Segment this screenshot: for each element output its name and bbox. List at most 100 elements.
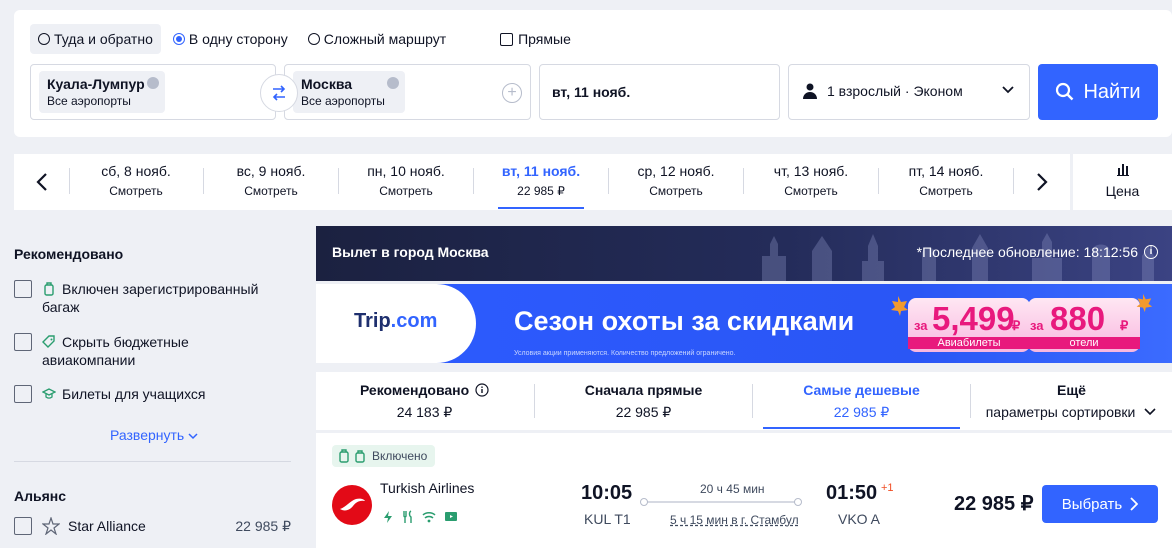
- alliance-title: Альянс: [14, 488, 67, 504]
- chevron-right-icon: [1037, 173, 1048, 191]
- destination-chip: Москва Все аэропорты: [293, 71, 405, 113]
- route-line: [640, 498, 802, 506]
- sort-more[interactable]: Ещё параметры сортировки: [971, 372, 1172, 430]
- date-option[interactable]: пт, 14 нояб. Смотреть: [879, 154, 1013, 210]
- filter-label: Включен зарегистрированный багаж: [42, 280, 258, 316]
- trip-type-multicity[interactable]: Сложный маршрут: [300, 24, 454, 54]
- recommended-title: Рекомендовано: [14, 246, 124, 262]
- star-alliance-icon: [42, 517, 60, 535]
- destination-banner-title: Вылет в город Москва: [332, 244, 489, 260]
- filter-label-line2: багаж: [42, 299, 80, 315]
- graduation-cap-icon: [42, 388, 56, 399]
- filter-star-alliance[interactable]: Star Alliance 22 985 ₽: [14, 517, 291, 535]
- direct-flights-checkbox[interactable]: Прямые: [492, 24, 579, 54]
- arrival-time: 01:50: [826, 482, 878, 504]
- alliance-label: Star Alliance: [68, 518, 146, 534]
- radio-icon: [38, 33, 50, 45]
- filter-checked-baggage[interactable]: Включен зарегистрированный багаж: [14, 280, 258, 316]
- promo-caption: Авиабилеты: [908, 337, 1030, 349]
- trip-type-oneway[interactable]: В одну сторону: [165, 24, 296, 54]
- sort-cheapest[interactable]: Самые дешевые 22 985 ₽: [753, 372, 970, 430]
- flight-duration: 20 ч 45 мин: [700, 482, 765, 496]
- filter-students[interactable]: Билеты для учащихся: [14, 385, 206, 403]
- date-option-selected[interactable]: вт, 11 нояб. 22 985 ₽: [474, 154, 608, 210]
- included-label: Включено: [372, 449, 428, 463]
- next-dates-button[interactable]: [1028, 168, 1056, 196]
- find-button[interactable]: Найти: [1038, 64, 1158, 120]
- promo-ticket-flights: за 5,499 ₽ Авиабилеты: [908, 298, 1030, 352]
- luggage-icon: [44, 282, 54, 296]
- date-option-price: Смотреть: [784, 184, 838, 198]
- remove-destination-icon[interactable]: [387, 77, 399, 89]
- info-icon[interactable]: [475, 383, 489, 397]
- sort-value: 22 985 ₽: [833, 404, 890, 420]
- flight-result-card[interactable]: Включено Turkish Airlines 10:05 KUL T1 2…: [316, 433, 1172, 548]
- price-graph-button[interactable]: Цена: [1073, 154, 1172, 210]
- destination-airports: Все аэропорты: [301, 94, 385, 108]
- sort-direct-first[interactable]: Сначала прямые 22 985 ₽: [535, 372, 752, 430]
- price-graph-label: Цена: [1105, 183, 1140, 199]
- alliance-price: 22 985 ₽: [235, 518, 291, 534]
- add-destination-icon[interactable]: +: [502, 83, 522, 103]
- filter-label-line1: Билеты для учащихся: [62, 386, 206, 402]
- origin-city: Куала-Лумпур: [47, 76, 145, 92]
- promo-headline: Сезон охоты за скидками: [514, 306, 855, 336]
- date-option[interactable]: сб, 8 нояб. Смотреть: [69, 154, 203, 210]
- sort-value: 24 183 ₽: [396, 404, 453, 420]
- sort-title: Самые дешевые: [803, 382, 920, 398]
- date-option-day: сб, 8 нояб.: [101, 163, 171, 179]
- passengers-label: 1 взрослый · Эконом: [827, 83, 963, 99]
- promo-prefix: за: [1030, 318, 1044, 333]
- remove-origin-icon[interactable]: [147, 77, 159, 89]
- checkbox-icon[interactable]: [14, 385, 32, 403]
- select-flight-button[interactable]: Выбрать: [1042, 485, 1158, 523]
- date-option[interactable]: чт, 13 нояб. Смотреть: [744, 154, 878, 210]
- destination-field[interactable]: Москва Все аэропорты +: [284, 64, 531, 120]
- expand-filters-link[interactable]: Развернуть: [110, 427, 198, 443]
- checkbox-icon[interactable]: [14, 333, 32, 351]
- date-option-price: Смотреть: [109, 184, 163, 198]
- date-option-price: Смотреть: [919, 184, 973, 198]
- promo-currency: ₽: [1120, 318, 1129, 333]
- date-option[interactable]: вс, 9 нояб. Смотреть: [204, 154, 338, 210]
- checkbox-icon[interactable]: [14, 280, 32, 298]
- promo-banner[interactable]: Trip.com Сезон охоты за скидками Условия…: [316, 284, 1172, 363]
- meal-icon: [403, 510, 412, 523]
- chevron-down-icon: [188, 433, 198, 440]
- autumn-leaf-icon: [1136, 293, 1153, 313]
- info-icon[interactable]: i: [1144, 245, 1158, 259]
- filter-hide-budget[interactable]: Скрыть бюджетные авиакомпании: [14, 333, 189, 369]
- find-label: Найти: [1083, 80, 1141, 103]
- sort-recommended[interactable]: Рекомендовано 24 183 ₽: [316, 372, 533, 430]
- trip-type-label: Туда и обратно: [54, 31, 153, 47]
- autumn-leaf-icon: [891, 296, 908, 316]
- origin-field[interactable]: Куала-Лумпур Все аэропорты: [30, 64, 276, 120]
- promo-prefix: за: [914, 318, 928, 333]
- prev-dates-button[interactable]: [28, 168, 56, 196]
- date-option[interactable]: пн, 10 нояб. Смотреть: [339, 154, 473, 210]
- chevron-left-icon: [36, 173, 47, 191]
- date-option-day: ср, 12 нояб.: [637, 163, 715, 179]
- date-option[interactable]: ср, 12 нояб. Смотреть: [609, 154, 743, 210]
- promo-caption: отели: [1028, 337, 1140, 349]
- date-field[interactable]: вт, 11 нояб.: [539, 64, 780, 120]
- checkbox-icon: [500, 32, 514, 46]
- passengers-field[interactable]: 1 взрослый · Эконом: [788, 64, 1030, 120]
- filter-label-line1: Скрыть бюджетные: [62, 334, 189, 350]
- checkbox-icon[interactable]: [14, 517, 32, 535]
- chevron-right-icon: [1130, 497, 1139, 511]
- airline-name: Turkish Airlines: [380, 480, 475, 496]
- sort-value: 22 985 ₽: [615, 404, 672, 420]
- trip-type-roundtrip[interactable]: Туда и обратно: [30, 24, 161, 54]
- sort-tabs: Рекомендовано 24 183 ₽ Сначала прямые 22…: [316, 372, 1172, 430]
- date-option-price: Смотреть: [379, 184, 433, 198]
- layover-info[interactable]: 5 ч 15 мин в г. Стамбул: [670, 513, 799, 527]
- swap-button[interactable]: [260, 74, 298, 112]
- bar-chart-icon: [1116, 164, 1129, 176]
- luggage-icon: [339, 449, 349, 463]
- date-strip: сб, 8 нояб. Смотреть вс, 9 нояб. Смотрет…: [14, 154, 1070, 210]
- date-option-day: пт, 14 нояб.: [908, 163, 984, 179]
- date-option-day: вт, 11 нояб.: [501, 163, 581, 179]
- chevron-down-icon: [1144, 408, 1156, 416]
- promo-ticket-hotels: за 880 ₽ отели: [1028, 298, 1140, 352]
